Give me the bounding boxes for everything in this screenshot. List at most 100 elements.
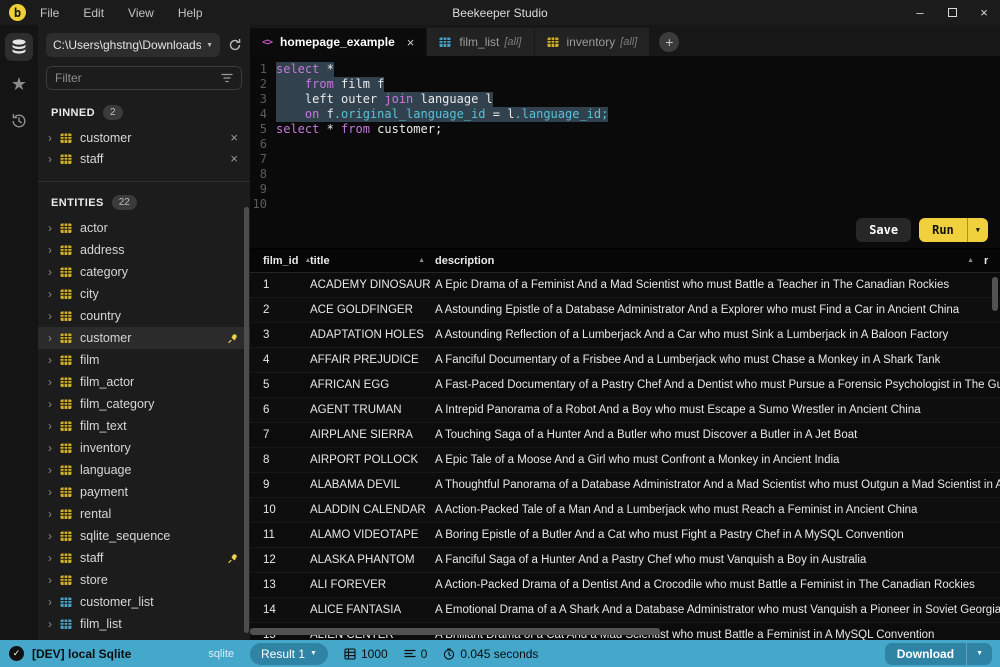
sidebar-item-customer_list[interactable]: ›customer_list [38,591,250,613]
menu-view[interactable]: View [128,6,154,20]
table-row[interactable]: 14ALICE FANTASIAA Emotional Drama of a A… [250,598,1000,623]
table-row[interactable]: 9ALABAMA DEVILA Thoughtful Panorama of a… [250,473,1000,498]
tab-inventory[interactable]: inventory[all] [535,28,650,56]
download-button-label[interactable]: Download [885,643,967,665]
cell-description[interactable]: A Intrepid Panorama of a Robot And a Boy… [435,404,1000,416]
table-row[interactable]: 7AIRPLANE SIERRAA Touching Saga of a Hun… [250,423,1000,448]
sidebar-item-rental[interactable]: ›rental [38,503,250,525]
cell-description[interactable]: A Fanciful Documentary of a Frisbee And … [435,354,1000,366]
cell-title[interactable]: AFRICAN EGG [310,379,435,391]
vertical-scrollbar[interactable] [992,277,998,311]
column-header-title[interactable]: title▲ [310,249,435,272]
code-line-9[interactable]: 9 [250,182,1000,197]
sidebar-scrollbar[interactable] [244,207,249,633]
cell-film-id[interactable]: 6 [250,404,310,416]
download-options-caret[interactable]: ▼ [967,643,992,665]
tab-film_list[interactable]: film_list[all] [427,28,533,56]
sidebar-item-customer[interactable]: ›customer [38,327,250,349]
rail-tables-button[interactable] [5,33,33,61]
sidebar-item-staff_list[interactable]: ›staff_list [38,635,250,640]
maximize-button[interactable] [936,0,968,25]
cell-film-id[interactable]: 2 [250,304,310,316]
table-row[interactable]: 12ALASKA PHANTOMA Fanciful Saga of a Hun… [250,548,1000,573]
sidebar-item-city[interactable]: ›city [38,283,250,305]
horizontal-scrollbar[interactable] [250,628,660,635]
code-line-6[interactable]: 6 [250,137,1000,152]
cell-film-id[interactable]: 8 [250,454,310,466]
minimize-button[interactable]: – [904,0,936,25]
cell-film-id[interactable]: 7 [250,429,310,441]
close-button[interactable]: × [968,0,1000,25]
table-row[interactable]: 1ACADEMY DINOSAURA Epic Drama of a Femin… [250,273,1000,298]
cell-film-id[interactable]: 11 [250,529,310,541]
filter-input[interactable] [55,71,221,85]
cell-title[interactable]: AGENT TRUMAN [310,404,435,416]
cell-title[interactable]: ALABAMA DEVIL [310,479,435,491]
database-selector[interactable]: C:\Users\ghstng\Downloads ▼ [46,33,220,57]
sidebar-item-film_actor[interactable]: ›film_actor [38,371,250,393]
sidebar-item-country[interactable]: ›country [38,305,250,327]
code-line-4[interactable]: 4 on f.original_language_id = l.language… [250,107,1000,122]
code-line-10[interactable]: 10 [250,197,1000,212]
cell-film-id[interactable]: 12 [250,554,310,566]
code-line-7[interactable]: 7 [250,152,1000,167]
table-row[interactable]: 5AFRICAN EGGA Fast-Paced Documentary of … [250,373,1000,398]
table-row[interactable]: 6AGENT TRUMANA Intrepid Panorama of a Ro… [250,398,1000,423]
cell-title[interactable]: ALI FOREVER [310,579,435,591]
sidebar-item-staff[interactable]: ›staff [38,547,250,569]
run-button-label[interactable]: Run [919,218,968,242]
refresh-button[interactable] [228,38,242,52]
menu-file[interactable]: File [40,6,59,20]
download-button[interactable]: Download ▼ [885,643,992,665]
menu-help[interactable]: Help [178,6,203,20]
cell-description[interactable]: A Epic Drama of a Feminist And a Mad Sci… [435,279,1000,291]
sidebar-item-actor[interactable]: ›actor [38,217,250,239]
cell-description[interactable]: A Astounding Reflection of a Lumberjack … [435,329,1000,341]
table-row[interactable]: 4AFFAIR PREJUDICEA Fanciful Documentary … [250,348,1000,373]
cell-title[interactable]: ALADDIN CALENDAR [310,504,435,516]
code-line-2[interactable]: 2 from film f [250,77,1000,92]
new-tab-button[interactable]: + [659,32,679,52]
cell-title[interactable]: ADAPTATION HOLES [310,329,435,341]
cell-description[interactable]: A Touching Saga of a Hunter And a Butler… [435,429,1000,441]
unpin-icon[interactable]: × [230,130,238,145]
sidebar-item-film_category[interactable]: ›film_category [38,393,250,415]
sidebar-item-inventory[interactable]: ›inventory [38,437,250,459]
table-row[interactable]: 11ALAMO VIDEOTAPEA Boring Epistle of a B… [250,523,1000,548]
table-row[interactable]: 8AIRPORT POLLOCKA Epic Tale of a Moose A… [250,448,1000,473]
code-line-8[interactable]: 8 [250,167,1000,182]
cell-title[interactable]: AIRPLANE SIERRA [310,429,435,441]
run-options-caret[interactable]: ▼ [968,218,988,242]
save-button[interactable]: Save [856,218,911,242]
table-row[interactable]: 13ALI FOREVERA Action-Packed Drama of a … [250,573,1000,598]
cell-film-id[interactable]: 4 [250,354,310,366]
sidebar-item-film_text[interactable]: ›film_text [38,415,250,437]
cell-film-id[interactable]: 9 [250,479,310,491]
code-line-1[interactable]: 1select * [250,62,1000,77]
sort-asc-icon[interactable]: ▲ [418,257,425,264]
sort-asc-icon[interactable]: ▲ [967,257,974,264]
cell-title[interactable]: AIRPORT POLLOCK [310,454,435,466]
cell-description[interactable]: A Action-Packed Drama of a Dentist And a… [435,579,1000,591]
entity-filter[interactable] [46,66,242,90]
cell-title[interactable]: ALAMO VIDEOTAPE [310,529,435,541]
sidebar-item-store[interactable]: ›store [38,569,250,591]
rail-history-button[interactable] [5,107,33,135]
cell-description[interactable]: A Fast-Paced Documentary of a Pastry Che… [435,379,1000,391]
cell-description[interactable]: A Epic Tale of a Moose And a Girl who mu… [435,454,1000,466]
cell-description[interactable]: A Emotional Drama of a A Shark And a Dat… [435,604,1000,616]
rail-favorites-button[interactable]: ★ [5,70,33,98]
pinned-item-customer[interactable]: ›customer× [38,127,250,148]
result-selector[interactable]: Result 1 ▼ [250,643,328,665]
pinned-item-staff[interactable]: ›staff× [38,148,250,169]
cell-title[interactable]: ACE GOLDFINGER [310,304,435,316]
sidebar-item-address[interactable]: ›address [38,239,250,261]
sql-editor[interactable]: 1select *2 from film f3 left outer join … [250,56,1000,248]
tab-homepage_example[interactable]: <>homepage_example× [250,28,426,56]
menu-edit[interactable]: Edit [83,6,104,20]
cell-film-id[interactable]: 14 [250,604,310,616]
cell-description[interactable]: A Fanciful Saga of a Hunter And a Pastry… [435,554,1000,566]
cell-title[interactable]: AFFAIR PREJUDICE [310,354,435,366]
cell-title[interactable]: ALASKA PHANTOM [310,554,435,566]
run-button[interactable]: Run ▼ [919,218,988,242]
